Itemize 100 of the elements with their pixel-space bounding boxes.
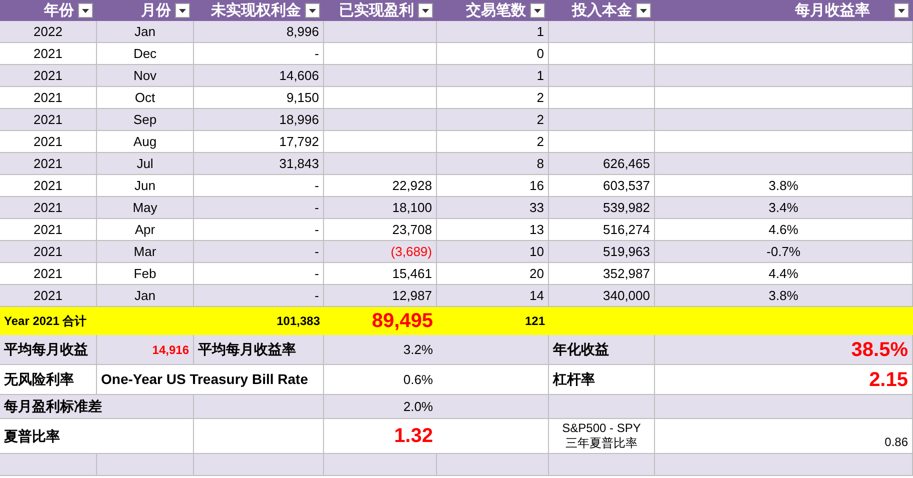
- table-cell-text: Jul: [136, 154, 154, 173]
- column-header: 每月收益率: [795, 3, 871, 18]
- table-cell-text: 33: [530, 198, 544, 217]
- table-cell-text: 13: [530, 220, 544, 239]
- table-cell-text: Feb: [134, 264, 156, 283]
- column-header: 年份: [44, 3, 74, 18]
- table-cell-text: 2021: [34, 242, 62, 261]
- table-cell-text: 12,987: [392, 286, 432, 305]
- dropdown-filter-icon[interactable]: [78, 3, 93, 18]
- table-cell-text: 2021: [34, 88, 62, 107]
- column-header: 已实现盈利: [339, 3, 414, 18]
- table-cell-text: May: [132, 198, 158, 217]
- table-cell-text: 2021: [34, 66, 62, 85]
- total-cell-text: Year 2021 合计: [4, 313, 87, 330]
- table-cell-text: Jan: [134, 22, 156, 41]
- table-cell-text: Aug: [133, 132, 157, 151]
- table-cell-text: 8: [536, 154, 544, 173]
- value-text: 14,916: [152, 342, 189, 358]
- table-cell-text: Dec: [133, 44, 157, 63]
- table-cell-text: 31,843: [279, 154, 319, 173]
- label-text: One-Year US Treasury Bill Rate: [101, 370, 308, 389]
- table-cell-text: 9,150: [286, 88, 319, 107]
- table-cell-text: -: [314, 286, 319, 305]
- table-cell-text: Jan: [134, 286, 156, 305]
- column-header: 未实现权利金: [211, 3, 301, 18]
- column-header: 交易笔数: [466, 3, 526, 18]
- table-cell-text: Sep: [133, 110, 157, 129]
- table-cell-text: 18,996: [279, 110, 319, 129]
- table-cell-text: 3.8%: [768, 286, 798, 305]
- table-cell-text: 2021: [34, 286, 62, 305]
- label-text: 杠杆率: [553, 370, 595, 389]
- table-cell-text: 17,792: [279, 132, 319, 151]
- table-cell-text: 2021: [34, 176, 62, 195]
- table-cell-text: 2021: [34, 110, 62, 129]
- table-cell-text: 0: [536, 44, 544, 63]
- table-cell-text: 2: [536, 88, 544, 107]
- dropdown-filter-icon[interactable]: [175, 3, 190, 18]
- table-cell-text: 2021: [34, 44, 62, 63]
- table-cell-text: 2021: [34, 264, 62, 283]
- dropdown-filter-icon[interactable]: [418, 3, 433, 18]
- table-cell-text: 2021: [34, 220, 62, 239]
- table-cell-text: 519,963: [603, 242, 650, 261]
- table-cell-text: -: [314, 176, 319, 195]
- table-cell-text: Oct: [134, 88, 156, 107]
- table-cell-text: 603,537: [603, 176, 650, 195]
- value-text: 0.6%: [403, 370, 433, 389]
- table-cell-text: -: [314, 220, 319, 239]
- table-cell-text: 3.4%: [768, 198, 798, 217]
- note-text: 三年夏普比率: [566, 436, 638, 451]
- label-text: 平均每月收益: [4, 340, 88, 359]
- table-cell-text: Apr: [134, 220, 156, 239]
- value-text: 0.86: [884, 434, 908, 451]
- value-text: 3.2%: [403, 340, 433, 359]
- table-cell-text: 340,000: [603, 286, 650, 305]
- table-cell-text: 15,461: [392, 264, 432, 283]
- table-cell-text: 4.6%: [768, 220, 798, 239]
- table-cell-text: -0.7%: [766, 242, 800, 261]
- table-cell-text: 2: [536, 132, 544, 151]
- value-text: 2.0%: [403, 398, 433, 416]
- label-text: 夏普比率: [4, 426, 60, 446]
- table-cell-text: 2021: [34, 132, 62, 151]
- value-text: 38.5%: [851, 338, 908, 362]
- dropdown-filter-icon[interactable]: [305, 3, 320, 18]
- table-cell-text: 3.8%: [768, 176, 798, 195]
- table-cell-text: 18,100: [392, 198, 432, 217]
- table-cell-text: 352,987: [603, 264, 650, 283]
- total-cell-text: 121: [524, 313, 545, 330]
- table-cell-text: 23,708: [392, 220, 432, 239]
- total-cell-text: 101,383: [276, 313, 320, 330]
- table-cell-text: -: [314, 198, 319, 217]
- note-text: S&P500 - SPY: [562, 421, 641, 436]
- dropdown-filter-icon[interactable]: [894, 3, 909, 18]
- table-cell-text: 2022: [34, 22, 62, 41]
- table-cell-text: Nov: [133, 66, 157, 85]
- table-cell-text: 4.4%: [768, 264, 798, 283]
- table-cell-text: 22,928: [392, 176, 432, 195]
- table-cell-text: 2: [536, 110, 544, 129]
- dropdown-filter-icon[interactable]: [636, 3, 651, 18]
- table-cell-text: 14: [530, 286, 544, 305]
- dropdown-filter-icon[interactable]: [530, 3, 545, 18]
- table-cell-text: 626,465: [603, 154, 650, 173]
- table-cell-text: Jun: [134, 176, 156, 195]
- label-text: 平均每月收益率: [198, 340, 296, 359]
- table-cell-text: 10: [530, 242, 544, 261]
- total-cell-text: 89,495: [372, 309, 433, 334]
- table-cell-text: 2021: [34, 198, 62, 217]
- table-cell-text: -: [314, 242, 319, 261]
- label-text: 年化收益: [553, 340, 609, 359]
- table-cell-text: 14,606: [279, 66, 319, 85]
- table-cell-text: 539,982: [603, 198, 650, 217]
- table-cell-text: (3,689): [390, 242, 432, 261]
- table-cell-text: -: [314, 44, 319, 63]
- table-cell-text: Mar: [134, 242, 156, 261]
- label-text: 无风险利率: [4, 370, 74, 389]
- table-cell-text: 516,274: [603, 220, 650, 239]
- table-cell-text: 2021: [34, 154, 62, 173]
- table-cell-text: 1: [536, 22, 544, 41]
- table-cell-text: -: [314, 264, 319, 283]
- column-header: 投入本金: [572, 3, 632, 18]
- table-cell-text: 20: [530, 264, 544, 283]
